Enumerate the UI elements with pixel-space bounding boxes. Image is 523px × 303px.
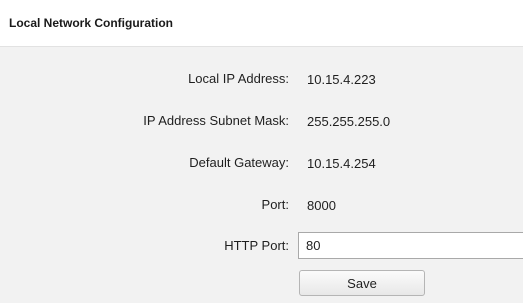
default-gateway-value: 10.15.4.254: [298, 150, 523, 176]
panel-title: Local Network Configuration: [9, 16, 174, 30]
local-ip-label: Local IP Address:: [188, 71, 289, 86]
default-gateway-row: Default Gateway: 10.15.4.254: [0, 150, 523, 176]
local-network-config-panel: Local Network Configuration Local IP Add…: [0, 0, 523, 303]
panel-header: Local Network Configuration: [0, 0, 523, 47]
local-ip-value: 10.15.4.223: [298, 66, 523, 92]
default-gateway-label: Default Gateway:: [189, 155, 289, 170]
local-ip-row: Local IP Address: 10.15.4.223: [0, 66, 523, 92]
port-label: Port:: [261, 197, 289, 212]
http-port-row: HTTP Port:: [0, 232, 523, 259]
subnet-mask-row: IP Address Subnet Mask: 255.255.255.0: [0, 108, 523, 134]
http-port-label: HTTP Port:: [224, 238, 289, 253]
subnet-mask-label: IP Address Subnet Mask:: [143, 113, 289, 128]
port-value: 8000: [298, 192, 523, 218]
port-row: Port: 8000: [0, 192, 523, 218]
subnet-mask-value: 255.255.255.0: [298, 108, 523, 134]
save-button[interactable]: Save: [299, 270, 425, 296]
http-port-input[interactable]: [298, 232, 523, 259]
